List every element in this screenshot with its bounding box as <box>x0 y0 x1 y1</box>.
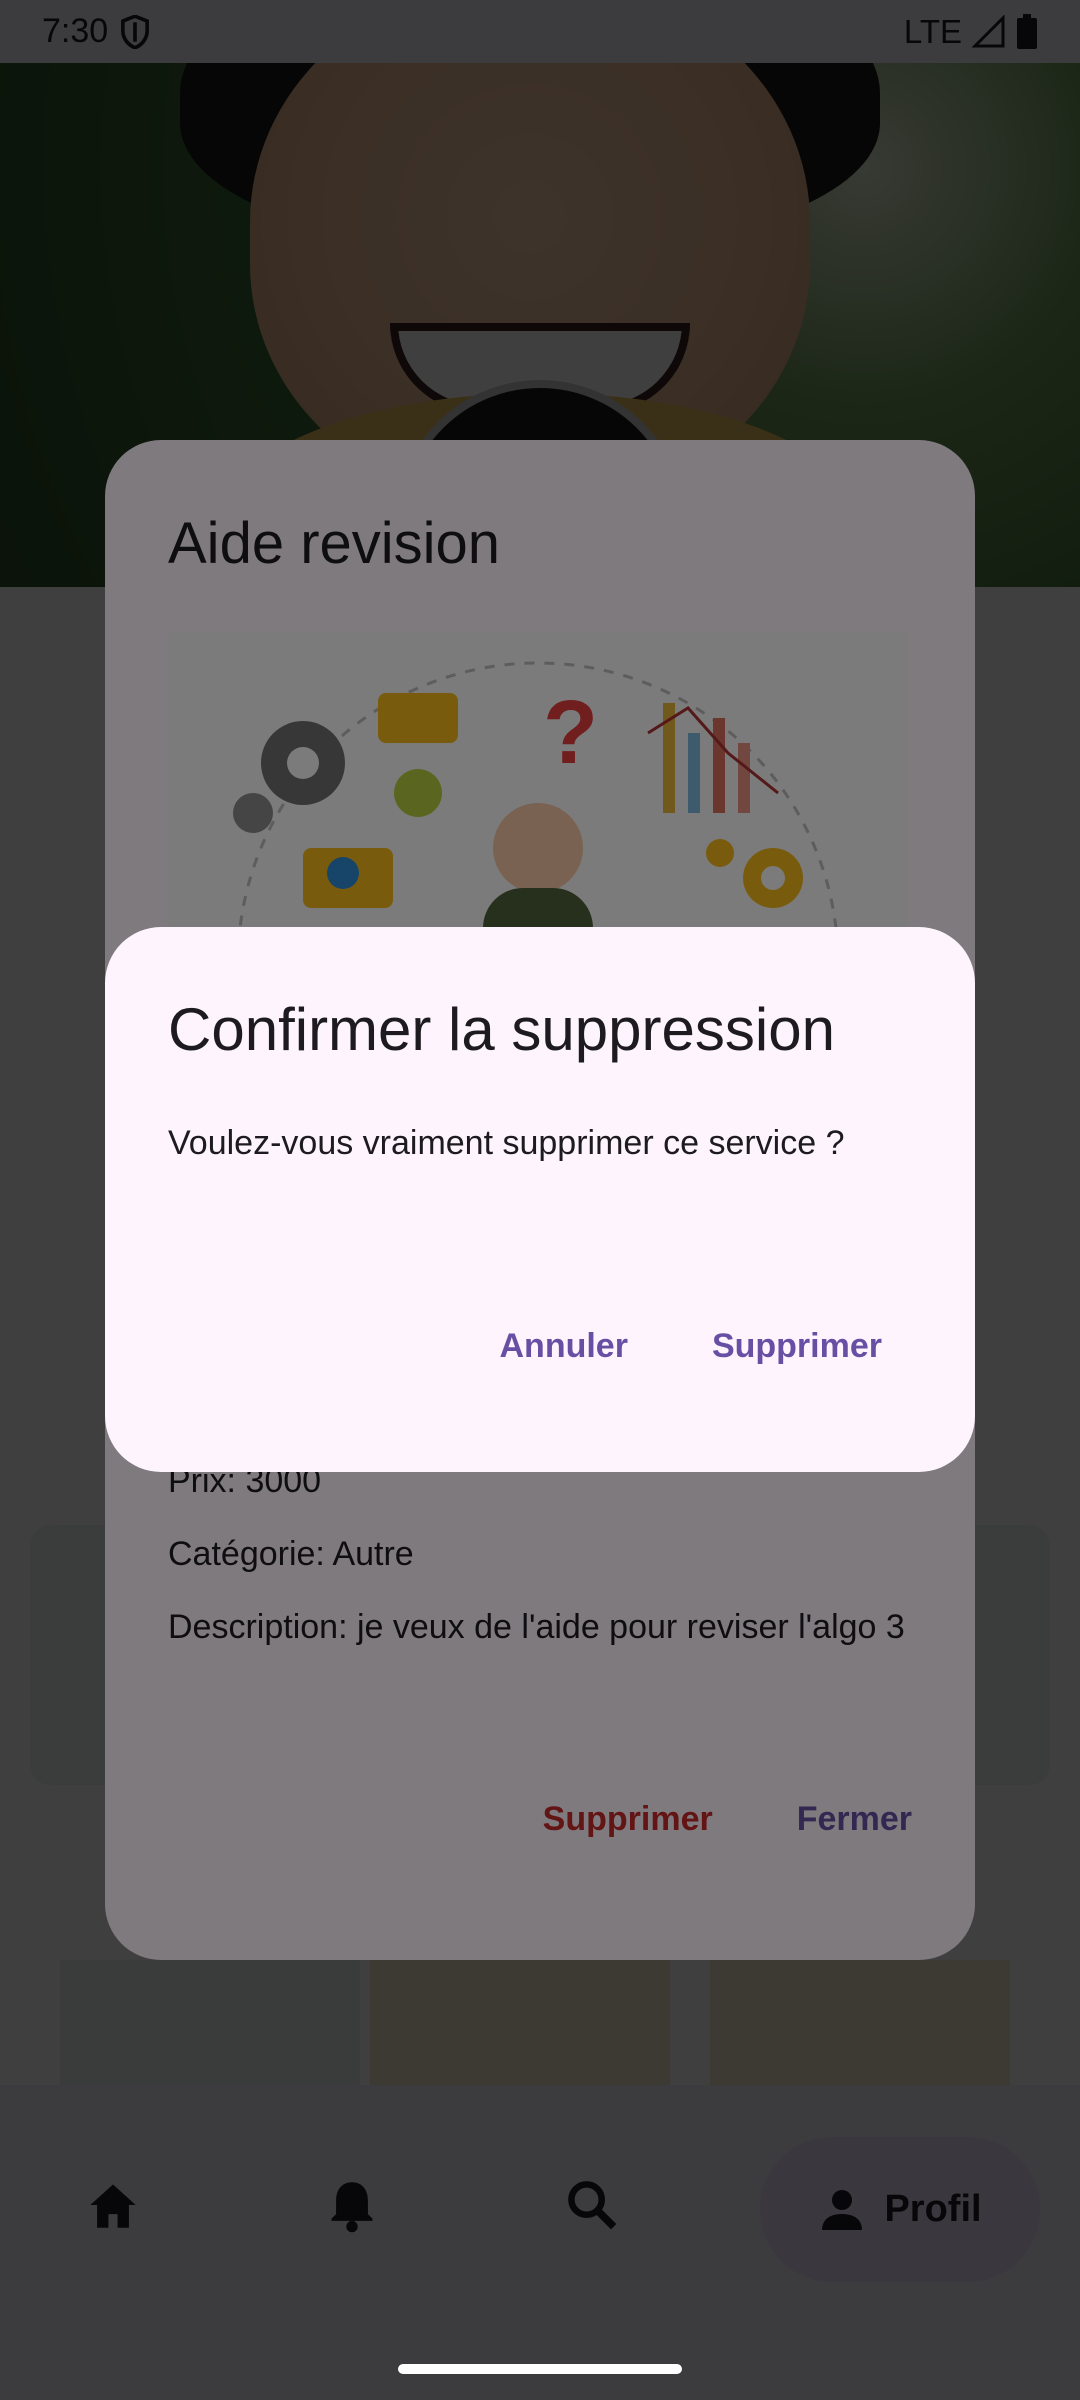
confirm-message: Voulez-vous vraiment supprimer ce servic… <box>168 1124 845 1162</box>
home-indicator[interactable] <box>398 2364 682 2374</box>
cancel-button[interactable]: Annuler <box>500 1327 628 1366</box>
confirm-delete-dialog: Confirmer la suppression Voulez-vous vra… <box>105 927 975 1472</box>
confirm-actions: Annuler Supprimer <box>500 1327 883 1366</box>
confirm-delete-button[interactable]: Supprimer <box>712 1327 882 1366</box>
confirm-title: Confirmer la suppression <box>168 996 835 1063</box>
